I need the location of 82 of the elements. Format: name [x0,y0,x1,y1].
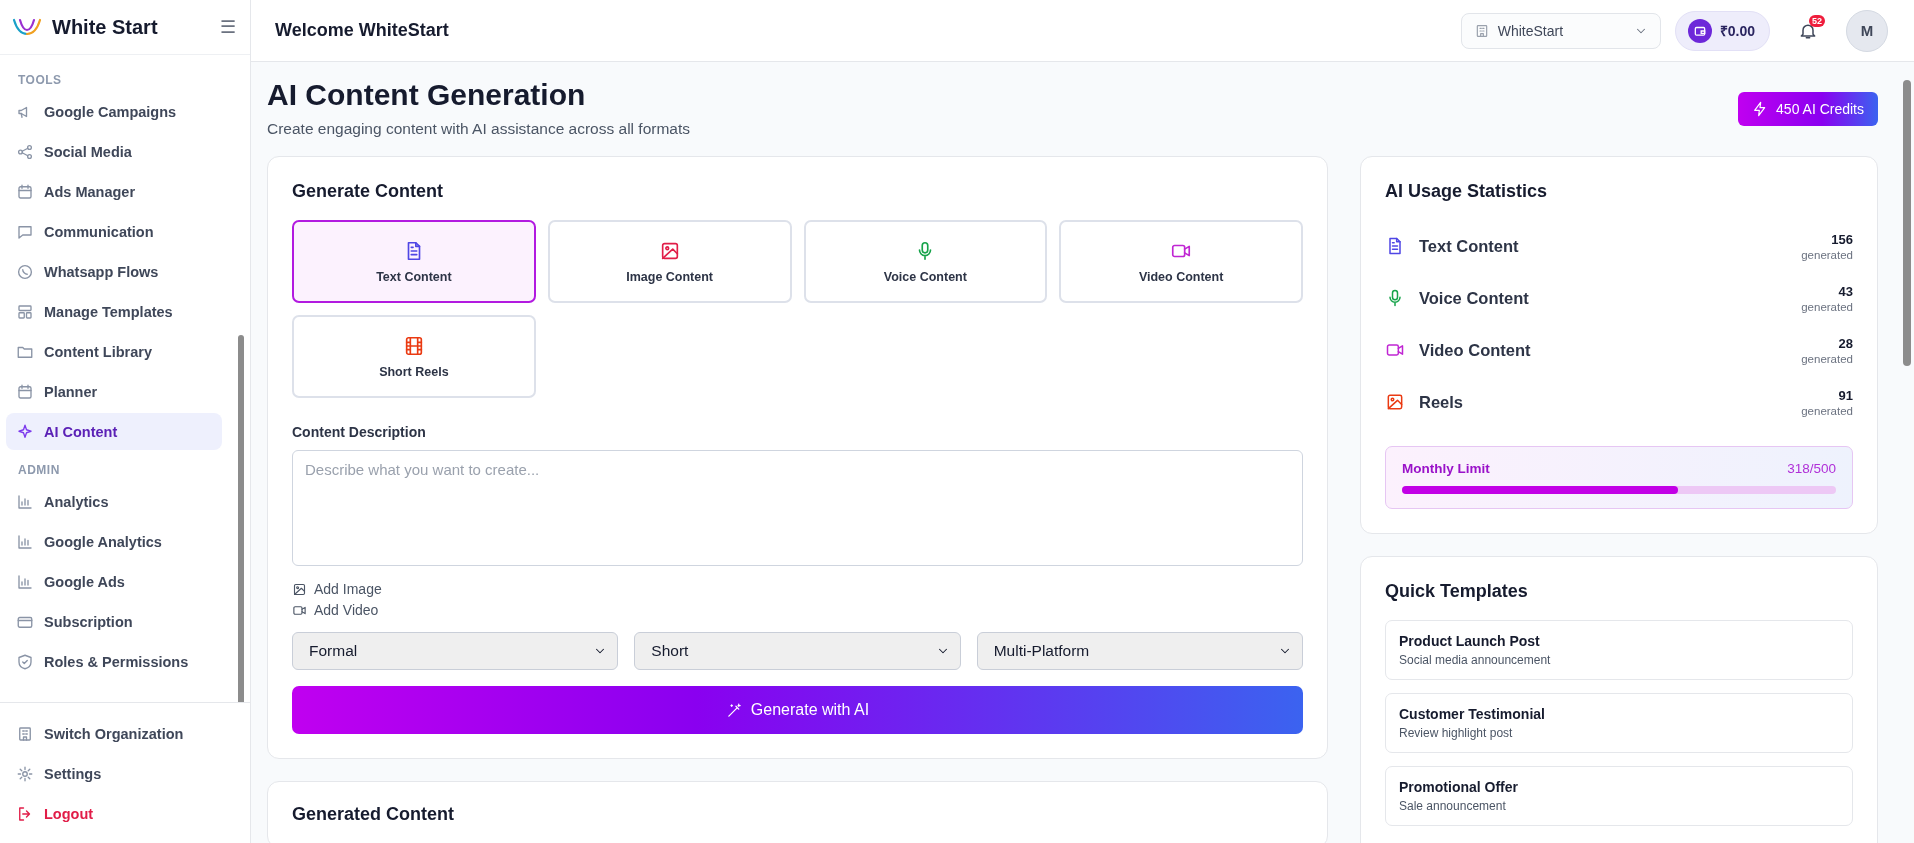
calendar-icon [16,182,34,201]
limit-label: Monthly Limit [1402,461,1490,476]
section-title: Quick Templates [1385,581,1529,602]
description-field[interactable]: Describe what you want to create... [292,450,1303,566]
bar-chart-icon [16,532,34,551]
shield-icon [16,652,34,671]
stat-unit: generated [1801,404,1853,417]
sidebar-item[interactable]: Manage Templates [6,293,222,330]
credits-button[interactable]: 450 AI Credits [1738,92,1878,126]
limit-reading: 318/500 [1787,461,1836,476]
sidebar-item[interactable]: Planner [6,373,222,410]
section-heading: ADMIN [17,462,61,479]
sidebar-item[interactable]: Switch Organization [6,715,222,752]
field-label: Content Description [292,424,427,440]
bar-chart-icon [16,572,34,591]
stat-label: Text Content [1419,236,1520,256]
content-type-card[interactable]: Image Content [547,220,792,303]
notification-count: 52 [1809,14,1825,27]
dropdown[interactable]: Multi-Platform [976,632,1303,670]
content-type-card[interactable]: Text Content [292,220,536,303]
sidebar-item[interactable]: Communication [6,213,222,250]
welcome-title: Welcome WhiteStart [275,20,450,41]
stat-label: Video Content [1419,340,1532,360]
template-item[interactable]: Customer Testimonial Review highlight post [1385,693,1853,753]
stat-unit: generated [1801,300,1853,313]
sidebar-item[interactable]: AI Content [6,413,222,450]
sidebar-item[interactable]: Settings [6,755,222,792]
stat-count: 91 [1838,387,1853,403]
building-icon [16,724,34,743]
sidebar-item[interactable]: Google Campaigns [6,93,222,130]
layout-icon [16,302,34,321]
generate-button[interactable]: Generate with AI [292,686,1303,734]
stat-label: Reels [1419,392,1465,412]
stat-label: Voice Content [1419,288,1530,308]
stat-count: 156 [1831,231,1853,247]
section-title: Generated Content [292,804,456,825]
sidebar-item[interactable]: Subscription [6,603,222,640]
dropdown[interactable]: Short [634,632,961,670]
content-type-card[interactable]: Voice Content [803,220,1048,303]
page-title: AI Content Generation [267,78,587,112]
sidebar-item[interactable]: Social Media [6,133,222,170]
bar-chart-icon [16,492,34,511]
sparkles-icon [16,422,34,441]
settings-icon [16,764,34,783]
magic-wand-icon [725,701,743,719]
wallet-button[interactable]: ₹0.00 [1674,10,1770,51]
page-subtitle: Create engaging content with AI assistance across all formats [267,120,691,138]
content-type-card[interactable]: Short Reels [292,315,536,398]
menu-button[interactable]: ☰ [220,16,236,38]
section-title: Generate Content [292,181,445,202]
stat-count: 43 [1838,283,1853,299]
calendar-icon [16,382,34,401]
sidebar-item[interactable]: Whatsapp Flows [6,253,222,290]
stat-count: 28 [1838,335,1853,351]
scrollbar-thumb[interactable] [238,335,244,702]
dropdown[interactable]: Formal [292,632,619,670]
sidebar-item[interactable]: Content Library [6,333,222,370]
section-title: AI Usage Statistics [1385,181,1549,202]
organization-select[interactable]: WhiteStart [1460,12,1661,49]
stat-unit: generated [1801,248,1853,261]
sidebar-item[interactable]: Roles & Permissions [6,643,222,680]
notifications-button[interactable]: 52 [1794,16,1822,45]
image-icon [292,581,307,597]
wallet-icon [1687,18,1712,43]
attach-button[interactable]: Add Video [292,600,379,620]
sidebar-item[interactable]: Google Analytics [6,523,222,560]
template-item[interactable]: Promotional Offer Sale announcement [1385,766,1853,826]
sidebar-item[interactable]: Google Ads [6,563,222,600]
content-type-card[interactable]: Video Content [1059,220,1303,303]
stat-unit: generated [1801,352,1853,365]
share-icon [16,142,34,161]
brand-name: White Start [52,15,159,39]
phone-bubble-icon [16,262,34,281]
sidebar-item[interactable]: Analytics [6,483,222,520]
section-heading: TOOLS [17,72,63,89]
sidebar-item[interactable]: Logout [6,795,222,832]
avatar[interactable]: M [1846,9,1888,52]
attach-button[interactable]: Add Image [292,579,382,599]
logo-icon [12,16,42,38]
sidebar-item[interactable]: Ads Manager [6,173,222,210]
scrollbar-thumb[interactable] [1903,80,1911,366]
template-item[interactable]: Product Launch Post Social media announcement [1385,620,1853,680]
